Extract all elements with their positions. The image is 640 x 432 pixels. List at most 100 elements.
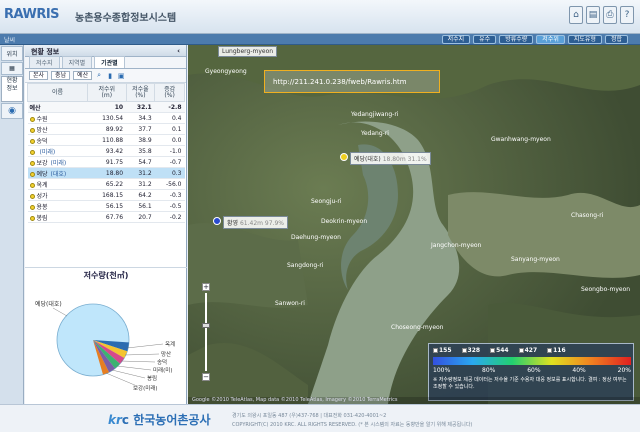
column-header-rate[interactable]: 저수율 (%) bbox=[125, 83, 156, 102]
app-logo[interactable]: RAWRIS bbox=[4, 7, 60, 22]
search-icon[interactable]: ⌕ bbox=[95, 71, 103, 80]
cell-rate: 31.2 bbox=[126, 167, 155, 179]
cell-name[interactable]: 옥계 bbox=[27, 178, 88, 190]
cell-change: -0.7 bbox=[154, 156, 185, 168]
table-row[interactable]: (미래) 93.42 35.8 -1.0 bbox=[27, 145, 185, 157]
url-overlay[interactable]: http://211.241.0.238/fweb/Rawris.htm bbox=[264, 70, 440, 93]
place-label: Yedangjiwang-ri bbox=[351, 111, 399, 118]
legend-item-5[interactable]: 116 bbox=[547, 347, 566, 354]
place-label: Seongbo-myeon bbox=[581, 286, 631, 293]
rail-item-list-icon[interactable]: ▦ bbox=[1, 62, 23, 75]
cell-name[interactable]: 예당 (대호) bbox=[27, 167, 88, 179]
zoom-slider-handle[interactable] bbox=[202, 323, 210, 328]
url-text[interactable]: http://211.241.0.238/fweb/Rawris.htm bbox=[273, 78, 407, 86]
pie-label-okgye: 옥계 bbox=[165, 340, 175, 348]
zoom-in-button[interactable]: + bbox=[202, 283, 210, 291]
rail-item-label: 현황 정보 bbox=[6, 77, 18, 92]
table-row[interactable]: 수원 130.54 34.3 0.4 bbox=[27, 112, 185, 124]
legend-item-3[interactable]: 544 bbox=[490, 347, 509, 354]
nav-button-flow[interactable]: 유수 bbox=[473, 35, 497, 44]
cell-name[interactable]: 송덕 bbox=[27, 134, 88, 146]
app-header: RAWRIS 농촌용수종합정보시스템 ⌂ ▤ ⎙ ? bbox=[0, 0, 640, 34]
reservoir-marker-hwangyeong[interactable] bbox=[213, 217, 221, 225]
filter-bar: 본사 충남 예산 ⌕ ▮ ▣ bbox=[25, 69, 186, 83]
cell-name[interactable]: 수원 bbox=[27, 112, 88, 124]
tab-agency[interactable]: 기관별 bbox=[94, 56, 125, 68]
cell-name[interactable]: (미래) bbox=[27, 145, 88, 157]
marker-label-yedang[interactable]: 예당(대호) 18.80m 31.1% bbox=[350, 152, 431, 165]
help-icon[interactable]: ? bbox=[620, 6, 634, 24]
column-header-change[interactable]: 증감 (%) bbox=[154, 83, 185, 102]
zoom-track[interactable] bbox=[202, 293, 210, 371]
cell-rate: 35.8 bbox=[126, 145, 155, 157]
page-footer: krc 한국농어촌공사 경기도 의왕시 포일동 487 (우)437-768 |… bbox=[0, 404, 640, 432]
nav-button-label: 유수 bbox=[479, 36, 491, 43]
rail-item-location[interactable]: 위치 bbox=[1, 46, 23, 61]
print-icon[interactable]: ⎙ bbox=[603, 6, 617, 24]
column-header-name[interactable]: 이름 bbox=[27, 83, 88, 102]
place-label: Sangdong-ri bbox=[287, 262, 324, 269]
cell-change: -1.0 bbox=[154, 145, 185, 157]
reservoir-marker-yedang[interactable] bbox=[340, 153, 348, 161]
legend-gradient bbox=[433, 357, 631, 365]
column-header-level[interactable]: 저수위 (m) bbox=[87, 83, 127, 102]
region-select[interactable]: 충남 bbox=[51, 71, 71, 80]
nav-label[interactable]: 날씨 bbox=[4, 35, 15, 44]
table-row[interactable]: 성가 168.15 64.2 -0.3 bbox=[27, 189, 185, 201]
cell-name[interactable]: 봉림 bbox=[27, 211, 88, 223]
legend-item-4[interactable]: 427 bbox=[518, 347, 537, 354]
cell-name[interactable]: 용봉 bbox=[27, 200, 88, 212]
document-icon[interactable]: ▤ bbox=[586, 6, 600, 24]
rail-item-globe-icon[interactable]: ◉ bbox=[1, 103, 23, 119]
cell-rate: 34.3 bbox=[126, 112, 155, 124]
rail-item-status[interactable]: 현황 정보 bbox=[1, 76, 23, 102]
cell-level: 67.76 bbox=[87, 211, 127, 223]
nav-button-hybrid[interactable]: 정합 bbox=[604, 35, 628, 44]
nav-button-map-type[interactable]: 지도유형 bbox=[567, 35, 602, 44]
cell-rate: 31.2 bbox=[126, 178, 155, 190]
legend-item-1[interactable]: 155 bbox=[433, 347, 452, 354]
cell-change: 0.0 bbox=[154, 134, 185, 146]
chart-icon[interactable]: ▮ bbox=[106, 72, 114, 80]
marker-label-hwangyeong[interactable]: 황영 61.42m 97.9% bbox=[223, 216, 288, 229]
pie-chart-area: 저수량(천㎥) 예당(대호) 옥계 망산 송덕 미래(미) 봉림 보강(미래) bbox=[25, 267, 187, 402]
satellite-map[interactable]: http://211.241.0.238/fweb/Rawris.htm Lun… bbox=[188, 45, 640, 404]
nav-button-water-level[interactable]: 저수위 bbox=[536, 35, 565, 44]
excel-icon[interactable]: ▣ bbox=[117, 72, 125, 80]
cell-name[interactable]: 보강 (미래) bbox=[27, 156, 88, 168]
nav-button-discharge[interactable]: 방류수량 bbox=[499, 35, 534, 44]
place-label: Sanyang-myeon bbox=[511, 256, 560, 263]
table-row[interactable]: 용봉 56.15 56.1 -0.5 bbox=[27, 200, 185, 212]
table-row[interactable]: 예산 10 32.1 -2.8 bbox=[27, 101, 185, 113]
table-row[interactable]: 옥계 65.22 31.2 -56.0 bbox=[27, 178, 185, 190]
table-row[interactable]: 송덕 110.88 38.9 0.0 bbox=[27, 134, 185, 146]
tab-region[interactable]: 지역별 bbox=[61, 56, 93, 68]
table-row[interactable]: 보강 (미래) 91.75 54.7 -0.7 bbox=[27, 156, 185, 168]
table-row[interactable]: 봉림 67.76 20.7 -0.2 bbox=[27, 211, 185, 223]
type-select[interactable]: 예산 bbox=[73, 71, 93, 80]
status-panel: 현황 정보 ‹ 저수지 지역별 기관별 본사 충남 예산 ⌕ ▮ ▣ 이름 저수… bbox=[25, 45, 187, 404]
place-label: Deokrin-myeon bbox=[321, 218, 368, 225]
pie-label-bogang: 보강(미래) bbox=[133, 384, 158, 392]
legend-item-2[interactable]: 328 bbox=[461, 347, 480, 354]
status-dot-icon bbox=[29, 204, 35, 210]
cell-name[interactable]: 예산 bbox=[27, 101, 88, 113]
zoom-out-button[interactable]: − bbox=[202, 373, 210, 381]
collapse-icon[interactable]: ‹ bbox=[177, 47, 180, 55]
cell-name[interactable]: 망산 bbox=[27, 123, 88, 135]
cell-name[interactable]: 성가 bbox=[27, 189, 88, 201]
table-row[interactable]: 예당 (대호) 18.80 31.2 0.3 bbox=[27, 167, 185, 179]
place-label: Yedang-ri bbox=[361, 130, 389, 137]
legend-note: ※ 저수량정보 제공 데이터는 저수율 기준 수용자 대응 정보를 표시합니다.… bbox=[433, 377, 627, 390]
table-row[interactable]: 망산 89.92 37.7 0.1 bbox=[27, 123, 185, 135]
tab-reservoir[interactable]: 저수지 bbox=[29, 56, 60, 68]
water-level-legend: 155 328 544 427 116 100% 80% 60% 40% 20%… bbox=[428, 343, 634, 401]
left-rail: 위치 ▦ 현황 정보 ◉ bbox=[0, 45, 24, 404]
org-select[interactable]: 본사 bbox=[29, 71, 49, 80]
status-dot-icon bbox=[29, 116, 35, 122]
nav-button-reservoir[interactable]: 저수지 bbox=[441, 35, 471, 44]
legend-pct: 60% bbox=[527, 367, 541, 374]
nav-bar: 날씨 저수지 유수 방류수량 저수위 지도유형 정합 bbox=[0, 34, 640, 45]
nav-button-label: 지도유형 bbox=[573, 36, 596, 43]
home-icon[interactable]: ⌂ bbox=[569, 6, 583, 24]
